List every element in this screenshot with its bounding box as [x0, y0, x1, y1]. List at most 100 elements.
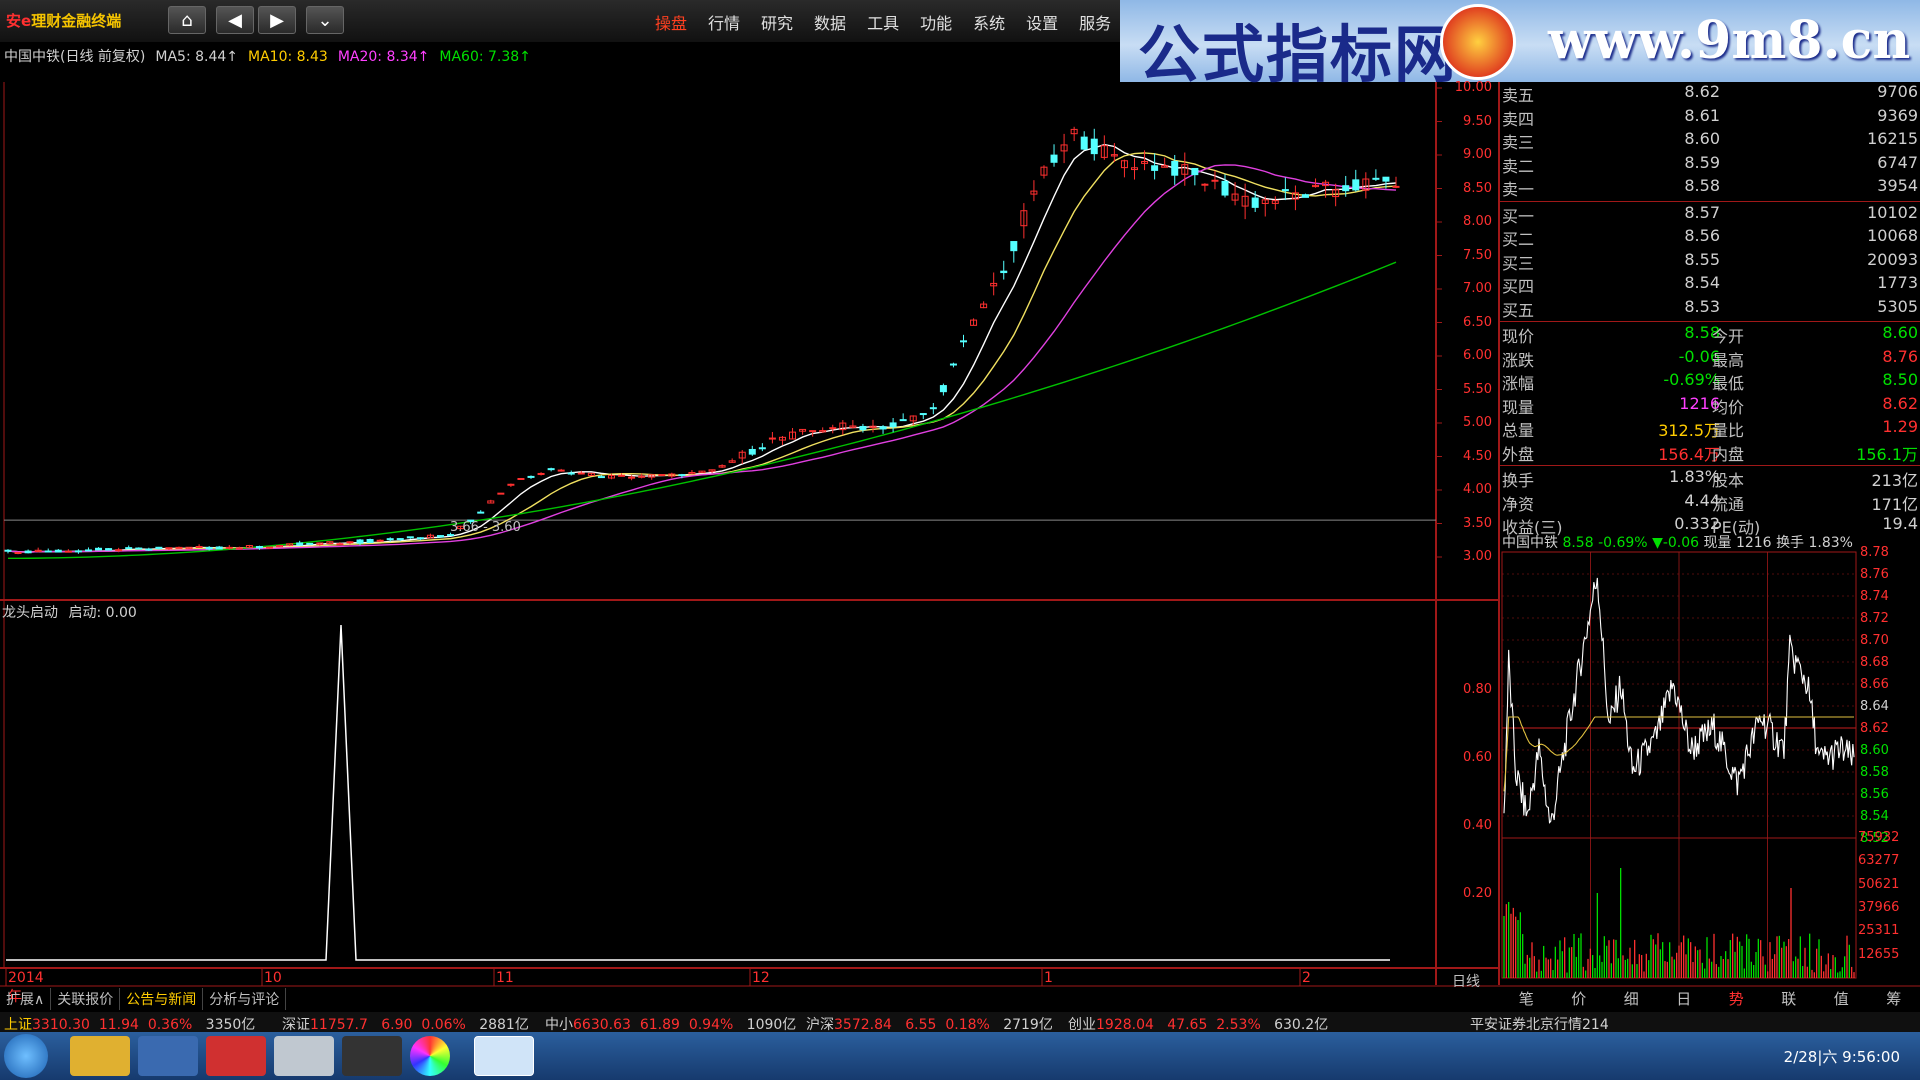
candle-body	[255, 545, 263, 549]
color-wheel-icon[interactable]	[410, 1036, 450, 1076]
price-tick: 3.00	[1463, 549, 1492, 564]
price-tick: 4.50	[1463, 448, 1492, 464]
stat-row: 涨幅 -0.69% 最低 8.50	[1500, 370, 1920, 393]
chart-app-icon[interactable]	[206, 1036, 266, 1076]
right-tab[interactable]: 势	[1729, 988, 1744, 1010]
bottom-tab[interactable]: 分析与评论	[203, 988, 287, 1010]
intraday-price-tick: 8.66	[1860, 677, 1889, 692]
bid-stats-separator	[1500, 321, 1920, 322]
candle-body	[879, 426, 887, 430]
sz-chg: 6.90	[381, 1017, 413, 1033]
candle-body	[1301, 194, 1309, 198]
candle-body	[1221, 180, 1229, 196]
mask-app-icon[interactable]	[342, 1036, 402, 1076]
intraday-header: 中国中铁 8.58 -0.69% ▼-0.06 现量 1216 换手 1.83%	[1502, 532, 1853, 552]
bid-row[interactable]: 买一 8.57 10102	[1500, 203, 1920, 226]
candle-body	[306, 542, 314, 545]
quote-label: 涨跌	[1502, 350, 1535, 370]
quote-value2: 19.4	[1882, 514, 1918, 533]
ask-row[interactable]: 卖二 8.59 6747	[1500, 153, 1920, 176]
intraday-vol-tick: 25311	[1858, 923, 1900, 939]
candle-body	[416, 537, 424, 540]
ask-row[interactable]: 卖五 8.62 9706	[1500, 82, 1920, 105]
intraday-price-tick: 8.58	[1860, 765, 1889, 780]
calculator-icon[interactable]	[274, 1036, 334, 1076]
intraday-pct: -0.69%	[1598, 535, 1648, 551]
candle-body	[225, 546, 233, 549]
bid-row[interactable]: 买五 8.53 5305	[1500, 297, 1920, 320]
intraday-turnover: 换手 1.83%	[1776, 535, 1853, 551]
price-tick: 7.50	[1463, 247, 1492, 263]
indicator-tick: 0.40	[1463, 818, 1492, 833]
ask-row[interactable]: 卖一 8.58 3954	[1500, 176, 1920, 199]
bid-label: 买四	[1502, 277, 1535, 296]
candle-body	[1352, 179, 1360, 191]
quote-label: 涨幅	[1502, 374, 1535, 393]
stat2-row: 净资 4.44 流通 171亿	[1500, 491, 1920, 514]
intraday-vol-tick: 50621	[1858, 876, 1900, 892]
bid-row[interactable]: 买四 8.54 1773	[1500, 273, 1920, 296]
bid-row[interactable]: 买三 8.55 20093	[1500, 250, 1920, 273]
candle-body	[105, 548, 113, 551]
bid-row[interactable]: 买二 8.56 10068	[1500, 226, 1920, 249]
bid-vol: 1773	[1877, 273, 1918, 292]
zx-chg: 61.89	[639, 1017, 680, 1033]
stat-row: 外盘 156.4万 内盘 156.1万	[1500, 441, 1920, 464]
candle-body	[1211, 179, 1219, 182]
sh-chg: 11.94	[98, 1017, 139, 1033]
right-tab[interactable]: 联	[1781, 988, 1796, 1010]
bid-vol: 10068	[1867, 226, 1918, 245]
bottom-tab[interactable]: 公告与新闻	[120, 988, 204, 1010]
candle-body	[567, 472, 575, 475]
candle-body	[64, 550, 72, 553]
status-sz[interactable]: 深证11757.7 6.90 0.06% 2881亿	[282, 1014, 529, 1034]
right-tab[interactable]: 细	[1624, 988, 1639, 1010]
quote-label: 总量	[1502, 421, 1535, 440]
quote-label2: 量比	[1712, 421, 1745, 440]
right-tab[interactable]: 价	[1571, 988, 1586, 1010]
price-tick: 8.00	[1463, 214, 1492, 229]
bottom-tab[interactable]: 关联报价	[51, 988, 121, 1010]
bottom-tab[interactable]: 扩展∧	[0, 988, 52, 1010]
ask-row[interactable]: 卖三 8.60 16215	[1500, 129, 1920, 152]
candle-body	[1201, 183, 1209, 186]
ask-vol: 3954	[1877, 176, 1918, 195]
ask-bid-separator	[1500, 200, 1920, 202]
right-tab[interactable]: 笔	[1519, 988, 1534, 1010]
candle-body	[386, 538, 394, 541]
candle-body	[1000, 270, 1008, 274]
time-tick: 11	[496, 970, 514, 986]
ask-label: 卖一	[1502, 180, 1535, 199]
folder-icon[interactable]	[70, 1036, 130, 1076]
status-sh[interactable]: 上证3310.30 11.94 0.36% 3350亿	[4, 1014, 255, 1034]
ask-row[interactable]: 卖四 8.61 9369	[1500, 106, 1920, 129]
right-tab[interactable]: 筹	[1886, 988, 1901, 1010]
candle-body	[618, 474, 626, 477]
start-button-icon[interactable]	[4, 1034, 48, 1078]
right-tab[interactable]: 值	[1834, 988, 1849, 1010]
ask-price: 8.58	[1684, 176, 1720, 195]
candle-body	[1251, 197, 1259, 208]
indicator-header: 龙头启动 启动: 0.00	[2, 602, 137, 622]
status-hs[interactable]: 沪深3572.84 6.55 0.18% 2719亿	[806, 1014, 1053, 1034]
candle-body	[758, 447, 766, 450]
ask-label: 卖五	[1502, 86, 1535, 105]
quote-label: 净资	[1502, 494, 1535, 514]
bid-price: 8.54	[1684, 273, 1720, 292]
clock[interactable]: 2/28|六 9:56:00	[1784, 1046, 1900, 1067]
status-zx[interactable]: 中小6630.63 61.89 0.94% 1090亿	[545, 1014, 796, 1034]
quote-label2: 流通	[1712, 494, 1745, 514]
right-tab[interactable]: 日	[1676, 988, 1691, 1010]
status-cy[interactable]: 创业1928.04 47.65 2.53% 630.2亿	[1068, 1014, 1328, 1034]
candle-body	[155, 546, 163, 550]
candle-body	[44, 550, 52, 553]
bid-label: 买五	[1502, 300, 1535, 320]
quote-label: 外盘	[1502, 444, 1535, 464]
browser-icon[interactable]	[474, 1036, 534, 1076]
intraday-price-tick: 8.78	[1860, 545, 1889, 560]
candle-body	[376, 539, 384, 542]
candle-body	[84, 549, 92, 552]
stat2-row: 换手 1.83% 股本 213亿	[1500, 467, 1920, 490]
candle-body	[597, 476, 605, 479]
search-app-icon[interactable]	[138, 1036, 198, 1076]
